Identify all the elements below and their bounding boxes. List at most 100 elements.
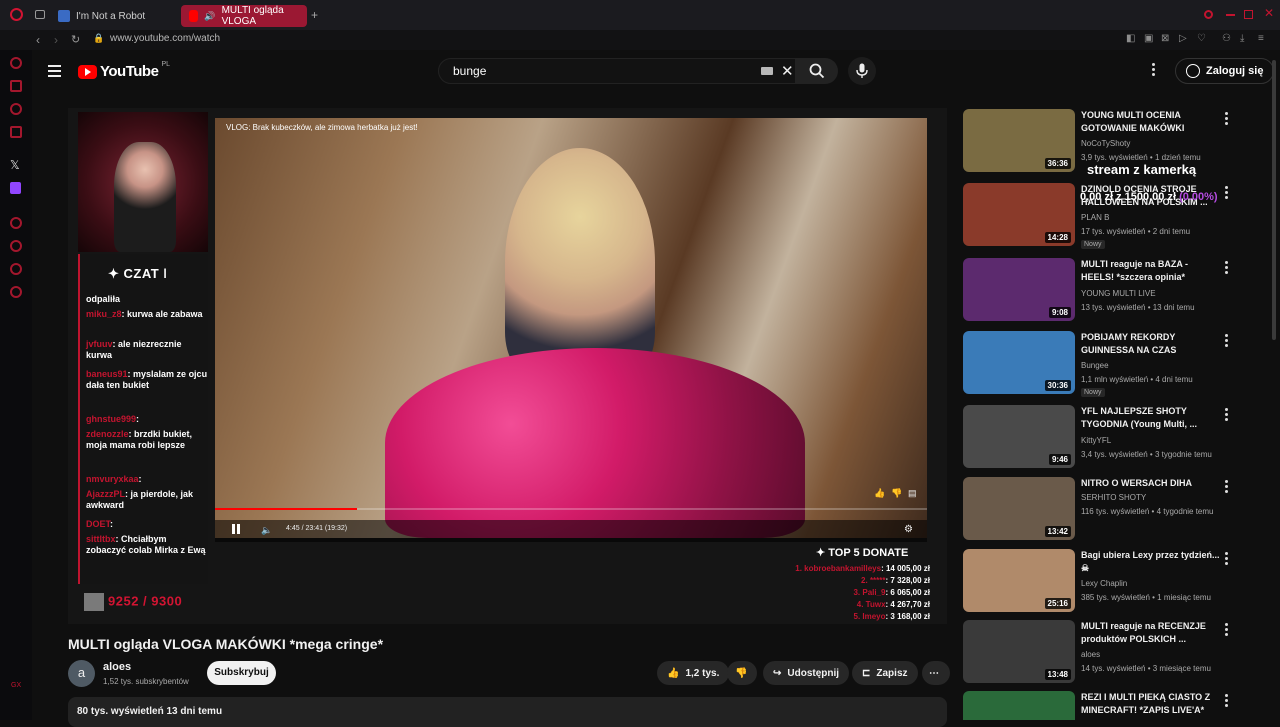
snapshot-icon[interactable]: ▣ [1144,33,1153,44]
recommendation-channel[interactable]: Bungee [1081,361,1109,370]
item-menu-icon[interactable] [1225,694,1228,709]
pause-icon[interactable] [232,524,240,534]
youtube-logo[interactable]: YouTube PL [78,61,170,80]
item-menu-icon[interactable] [1225,186,1228,201]
like-button[interactable]: 👍 1,2 tys. [657,661,730,685]
menu-icon[interactable]: ≡ [1258,33,1264,44]
sidebar-extensions-icon[interactable] [10,263,22,275]
recommendation-channel[interactable]: NoCoTyShoty [1081,139,1130,148]
download-icon[interactable]: ⤓ [1240,33,1244,44]
sidebar-shop-icon[interactable] [10,103,22,115]
volume-icon[interactable]: 🔈 [261,525,272,536]
video-thumbnail[interactable]: 13:42 [963,477,1075,540]
sidebar-history-icon[interactable] [10,240,22,252]
dislike-overlay-icon[interactable]: 👎 [891,488,902,499]
profile-icon[interactable]: ⚇ [1222,33,1231,44]
recommendation-item[interactable]: 9:08 MULTI reaguje na BAZA - HEELS! *szc… [963,258,1243,326]
sidebar-twitch-icon[interactable] [10,182,21,194]
recommendation-title[interactable]: POBIJAMY REKORDY GUINNESSA NA CZAS [1081,331,1221,357]
comment-overlay-icon[interactable]: ▤ [908,488,917,499]
sidebar-tabs-icon[interactable] [10,80,22,92]
close-icon[interactable]: ✕ [1264,6,1274,20]
sidebar-player-icon[interactable] [10,217,22,229]
recommendation-item[interactable]: REZI I MULTI PIEKĄ CIASTO Z MINECRAFT! *… [963,691,1243,720]
recommendation-channel[interactable]: aloes [1081,650,1100,659]
sidebar-settings-icon[interactable] [10,286,22,298]
item-menu-icon[interactable] [1225,112,1228,127]
reload-icon[interactable]: ↻ [71,33,80,46]
recommendation-title[interactable]: MULTI reaguje na BAZA - HEELS! *szczera … [1081,258,1221,284]
forward-icon[interactable]: › [54,33,58,47]
recommendation-channel[interactable]: KittyYFL [1081,436,1111,445]
sidebar-messenger-icon[interactable] [10,126,22,138]
hamburger-menu-icon[interactable] [48,65,61,77]
item-menu-icon[interactable] [1225,408,1228,423]
subscribe-button[interactable]: Subskrybuj [207,661,276,685]
search-input[interactable] [453,64,753,78]
item-menu-icon[interactable] [1225,552,1228,567]
sidebar-more-icon[interactable]: GX [11,682,21,689]
recommendation-item[interactable]: 13:48 MULTI reaguje na RECENZJE produktó… [963,620,1243,688]
item-menu-icon[interactable] [1225,480,1228,495]
like-overlay-icon[interactable]: 👍 [874,488,885,499]
recommendation-title[interactable]: YOUNG MULTI OCENIA GOTOWANIE MAKÓWKI [1081,109,1221,135]
search-button[interactable] [796,58,838,84]
bookmark-icon[interactable]: ◧ [1126,33,1135,44]
back-icon[interactable]: ‹ [36,33,40,47]
video-thumbnail[interactable]: 9:46 [963,405,1075,468]
video-thumbnail[interactable]: 30:36 [963,331,1075,394]
maximize-icon[interactable] [1244,10,1253,19]
sidebar-aria-icon[interactable] [10,57,22,69]
clear-search-icon[interactable]: ✕ [781,62,794,80]
settings-overlay-icon[interactable]: ⚙ [904,524,913,535]
video-thumbnail[interactable]: 14:28 [963,183,1075,246]
video-thumbnail[interactable]: 13:48 [963,620,1075,683]
recommendation-item[interactable]: 13:42 NITRO O WERSACH DIHA SERHITO SHOTY… [963,477,1243,545]
save-button[interactable]: ⊏ Zapisz [852,661,918,685]
opera-logo-icon[interactable] [10,8,23,21]
recommendation-channel[interactable]: PLAN B [1081,213,1109,222]
vpn-icon[interactable]: ▷ [1179,33,1187,44]
channel-avatar[interactable]: a [68,660,95,687]
recommendation-item[interactable]: 30:36 POBIJAMY REKORDY GUINNESSA NA CZAS… [963,331,1243,399]
adblock-icon[interactable]: ⊠ [1161,33,1169,44]
video-thumbnail[interactable]: 25:16 [963,549,1075,612]
description-box[interactable]: 80 tys. wyświetleń 13 dni temu [68,697,947,727]
embedded-progress-bar[interactable] [215,508,927,510]
video-player[interactable]: VLOG: Brak kubeczków, ale zimowa herbatk… [68,108,947,624]
sidebar-x-icon[interactable]: 𝕏 [10,158,20,172]
heart-icon[interactable]: ♡ [1197,33,1206,44]
minimize-icon[interactable] [1226,14,1235,16]
item-menu-icon[interactable] [1225,623,1228,638]
new-tab-button[interactable]: + [311,8,318,22]
recommendation-title[interactable]: Bagi ubiera Lexy przez tydzień... ☠ [1081,549,1221,575]
recommendation-channel[interactable]: SERHITO SHOTY [1081,493,1146,502]
recommendation-title[interactable]: NITRO O WERSACH DIHA [1081,477,1221,490]
recommendation-channel[interactable]: YOUNG MULTI LIVE [1081,289,1156,298]
url-field[interactable]: www.youtube.com/watch [110,33,220,44]
signin-button[interactable]: Zaloguj się [1175,58,1275,84]
page-scrollbar[interactable] [1272,60,1276,340]
recommendation-title[interactable]: YFL NAJLEPSZE SHOTY TYGODNIA (Young Mult… [1081,405,1221,431]
search-box[interactable]: ✕ [438,58,796,84]
item-menu-icon[interactable] [1225,334,1228,349]
video-thumbnail[interactable]: 9:08 [963,258,1075,321]
channel-name[interactable]: aloes [103,661,131,673]
more-actions-button[interactable]: ⋯ [922,661,950,685]
voice-search-button[interactable] [848,57,876,85]
search-tabs-icon[interactable] [1204,10,1213,19]
share-button[interactable]: ↪ Udostępnij [763,661,850,685]
video-thumbnail[interactable]: 36:36 [963,109,1075,172]
tab-multi-oglada-vloga[interactable]: 🔊 MULTI ogląda VLOGA [181,5,307,27]
keyboard-icon[interactable] [761,67,773,75]
dislike-button[interactable]: 👎 [727,661,757,685]
settings-kebab-icon[interactable] [1152,63,1156,78]
workspace-icon[interactable] [35,10,45,19]
recommendation-title[interactable]: REZI I MULTI PIEKĄ CIASTO Z MINECRAFT! *… [1081,691,1221,717]
recommendation-channel[interactable]: Lexy Chaplin [1081,579,1127,588]
recommendation-item[interactable]: 9:46 YFL NAJLEPSZE SHOTY TYGODNIA (Young… [963,405,1243,473]
tab-im-not-a-robot[interactable]: I'm Not a Robot [50,5,178,27]
video-thumbnail[interactable] [963,691,1075,720]
item-menu-icon[interactable] [1225,261,1228,276]
recommendation-title[interactable]: MULTI reaguje na RECENZJE produktów POLS… [1081,620,1221,646]
